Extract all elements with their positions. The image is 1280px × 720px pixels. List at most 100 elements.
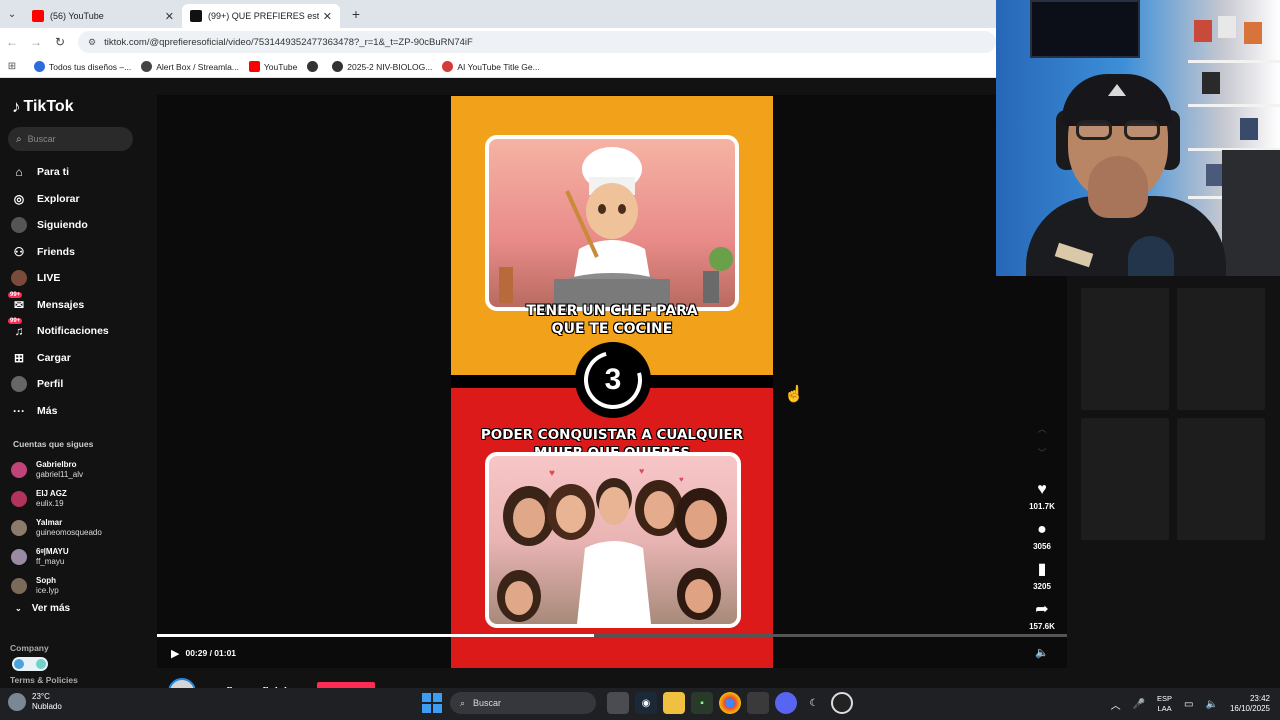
bookmark-item[interactable]: Todos tus diseños –...: [34, 61, 131, 72]
previous-video-icon[interactable]: ︿: [1034, 417, 1050, 441]
extension-pill[interactable]: [12, 657, 48, 671]
nav-friends[interactable]: ⚇ Friends: [11, 239, 151, 266]
search-icon: ⌕: [16, 133, 22, 145]
nav-para-ti[interactable]: ⌂ Para ti: [11, 159, 151, 186]
following-account[interactable]: EIJ AGZ eulix.19: [11, 484, 151, 513]
bookmark-item[interactable]: Alert Box / Streamla...: [141, 61, 239, 72]
nav-mas[interactable]: ··· Más: [11, 398, 151, 425]
nav-perfil[interactable]: Perfil: [11, 371, 151, 398]
collectible: [1202, 72, 1220, 94]
heart-icon: ♥: [1037, 481, 1047, 498]
nav-label: LIVE: [37, 272, 61, 285]
bookmark-item[interactable]: AI YouTube Title Ge...: [442, 61, 540, 72]
comment-button[interactable]: ● 3056: [1023, 520, 1061, 560]
steam-icon[interactable]: ◉: [635, 692, 657, 714]
nav-notificaciones[interactable]: ♫ 99+ Notificaciones: [8, 318, 151, 345]
file-explorer-icon[interactable]: [663, 692, 685, 714]
volume-icon[interactable]: 🔈: [1035, 646, 1049, 659]
see-more-button[interactable]: ⌄ Ver más: [15, 603, 70, 614]
clock[interactable]: 23:42 16/10/2025: [1230, 694, 1270, 714]
related-video-thumb[interactable]: [1177, 288, 1265, 410]
language-indicator[interactable]: ESP LAA: [1157, 694, 1172, 714]
terms-link[interactable]: Terms & Policies: [10, 675, 78, 685]
nav-live[interactable]: LIVE: [11, 265, 151, 292]
microphone-icon[interactable]: 🎤: [1133, 699, 1145, 710]
chef-illustration: [485, 135, 739, 311]
company-link[interactable]: Company: [10, 643, 49, 653]
tab-search-chevron-icon[interactable]: ⌄: [0, 0, 24, 28]
network-icon[interactable]: ▭: [1184, 699, 1193, 710]
chevron-up-icon[interactable]: ︿: [1111, 697, 1121, 712]
obs-icon[interactable]: [831, 692, 853, 714]
account-handle: guineomosqueado: [36, 527, 102, 537]
bottom-caption-line-1: PODER CONQUISTAR A CUALQUIER: [480, 427, 744, 443]
close-tab-icon[interactable]: ✕: [165, 10, 174, 23]
taskbar-apps: ⌕ Buscar ◉ ▪ ☾: [422, 692, 856, 714]
windows-start-icon[interactable]: [422, 693, 442, 713]
tab-youtube[interactable]: (56) YouTube ✕: [24, 4, 182, 28]
next-video-icon[interactable]: ﹀: [1034, 441, 1050, 465]
nav-label: Friends: [37, 245, 75, 258]
back-arrow-icon[interactable]: ←: [0, 30, 24, 54]
following-account[interactable]: 6ᵍ|MAYU ff_mayu: [11, 542, 151, 571]
account-handle: eulix.19: [36, 498, 64, 508]
tiktok-logo[interactable]: ♪ TikTok: [12, 97, 74, 117]
chrome-icon[interactable]: [719, 692, 741, 714]
top-caption-line-2: QUE TE COCINE: [551, 321, 673, 337]
like-button[interactable]: ♥ 101.7K: [1023, 480, 1061, 520]
close-tab-icon[interactable]: ✕: [323, 10, 332, 23]
video-frame[interactable]: TENER UN CHEF PARA QUE TE COCINE PODER C…: [451, 96, 773, 668]
streamlabs-icon: [141, 61, 153, 72]
address-bar[interactable]: ⚙ tiktok.com/@qprefieresoficial/video/75…: [78, 31, 996, 53]
nav-mensajes[interactable]: ✉ 99+ Mensajes: [8, 291, 151, 319]
cloud-icon: [8, 693, 26, 711]
speaker-icon[interactable]: 🔈: [1206, 699, 1218, 710]
save-button[interactable]: ▮ 3205: [1023, 560, 1061, 600]
following-account[interactable]: Soph ice.lyp: [11, 571, 151, 600]
related-video-thumb[interactable]: [1081, 418, 1169, 540]
group-illustration: ♥ ♥ ♥: [485, 452, 741, 628]
taskbar-search[interactable]: ⌕ Buscar: [450, 692, 596, 714]
video-player[interactable]: TENER UN CHEF PARA QUE TE COCINE PODER C…: [157, 95, 1067, 668]
see-more-label: Ver más: [31, 603, 71, 614]
collectible: [1194, 20, 1212, 42]
site-info-icon[interactable]: ⚙: [88, 37, 96, 48]
url-text: tiktok.com/@qprefieresoficial/video/7531…: [104, 36, 473, 48]
apps-grid-icon[interactable]: ⊞: [0, 61, 24, 72]
app-icon[interactable]: ☾: [803, 692, 825, 714]
progress-bar[interactable]: [157, 634, 1067, 637]
related-video-thumb[interactable]: [1177, 418, 1265, 540]
bookmark-item[interactable]: YouTube: [248, 61, 297, 72]
bookmark-item[interactable]: [307, 61, 322, 72]
bell-icon: ♫ 99+: [8, 318, 24, 339]
tab-title: (56) YouTube: [50, 11, 104, 21]
forward-arrow-icon[interactable]: →: [24, 30, 48, 54]
terminal-icon[interactable]: ▪: [691, 692, 713, 714]
play-icon[interactable]: ▶: [171, 647, 179, 660]
bookmark-icon: ▮: [1037, 561, 1047, 578]
tab-tiktok[interactable]: (99+) QUE PREFIERES estar sin p ✕: [182, 4, 340, 28]
reload-icon[interactable]: ↻: [48, 30, 72, 54]
countdown-timer: 3: [573, 340, 653, 420]
tiktok-note-icon: ♪: [12, 97, 21, 116]
new-tab-button[interactable]: +: [346, 4, 366, 24]
weather-widget[interactable]: 23°C Nublado: [8, 692, 62, 712]
messages-icon: ✉ 99+: [8, 291, 25, 312]
compass-icon: ◎: [13, 191, 25, 206]
clock-date: 16/10/2025: [1229, 704, 1270, 713]
nav-cargar[interactable]: ⊞ Cargar: [11, 345, 151, 372]
following-account[interactable]: Gabrielbro gabriel11_alv: [11, 455, 151, 484]
bookmark-item[interactable]: 2025-2 NIV-BIOLOG...: [332, 61, 432, 72]
time-display: 00:29 / 01:01: [185, 648, 237, 658]
tiktok-favicon-icon: [190, 10, 202, 22]
search-input[interactable]: ⌕ Buscar: [8, 127, 133, 151]
related-video-thumb[interactable]: [1081, 288, 1169, 410]
discord-icon[interactable]: [775, 692, 797, 714]
browser-toolbar: ← → ↻ ⚙ tiktok.com/@qprefieresoficial/vi…: [0, 28, 996, 56]
app-icon[interactable]: [747, 692, 769, 714]
nav-explorar[interactable]: ◎ Explorar: [11, 186, 151, 213]
task-view-icon[interactable]: [607, 692, 629, 714]
nav-siguiendo[interactable]: Siguiendo: [11, 212, 151, 239]
following-account[interactable]: Yalmar guineomosqueado: [11, 513, 151, 542]
lens: [1076, 120, 1112, 140]
